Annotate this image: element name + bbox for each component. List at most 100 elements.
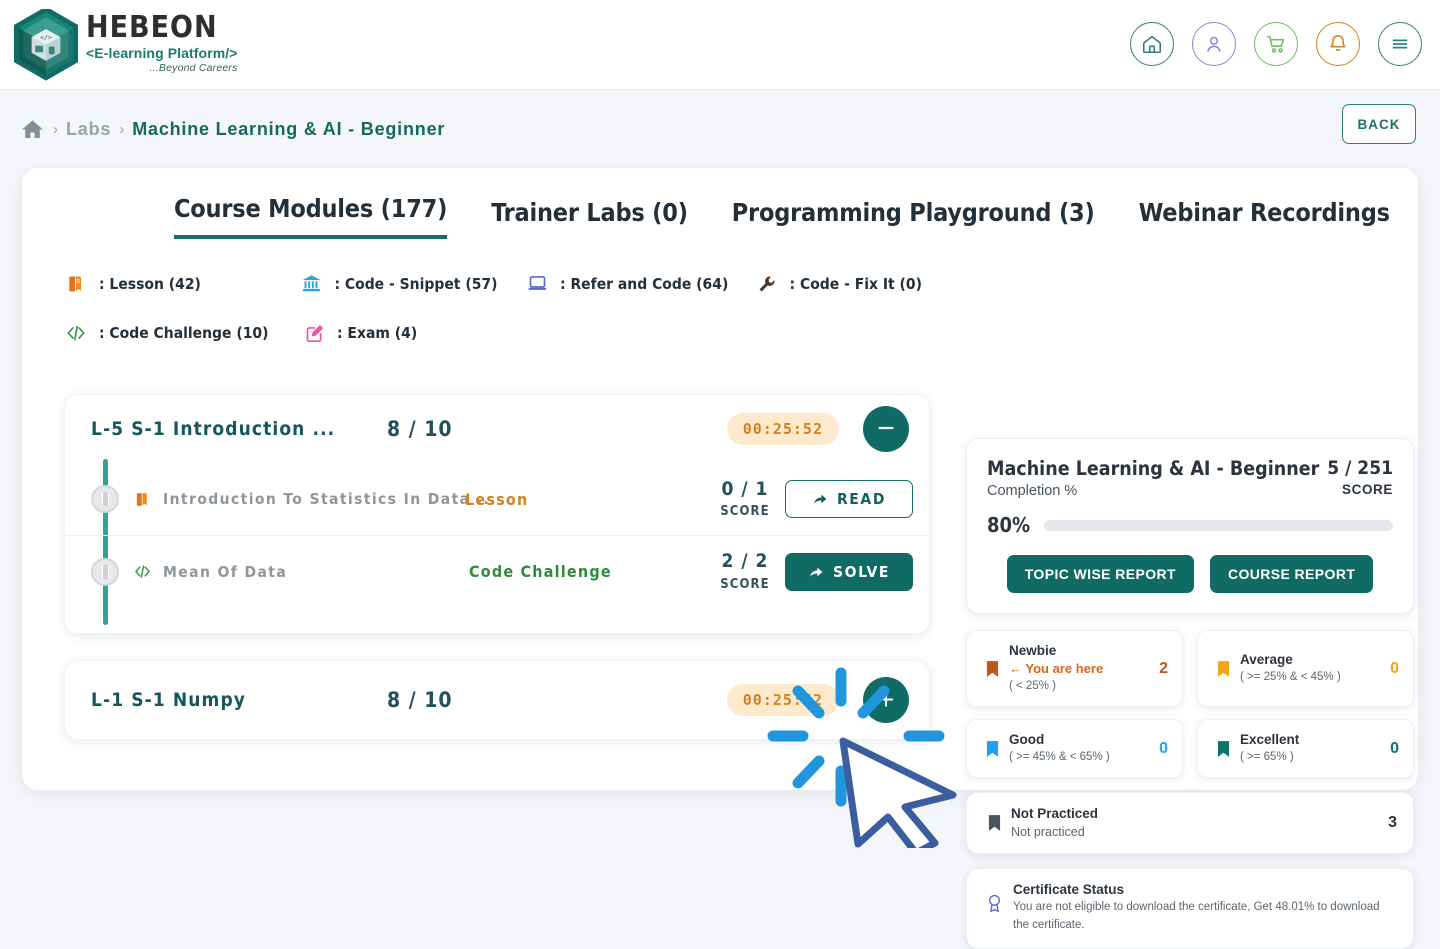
cart-icon xyxy=(1265,33,1287,55)
breadcrumb-item-labs[interactable]: Labs xyxy=(66,119,111,140)
medal-icon xyxy=(983,894,1005,914)
share-arrow-icon xyxy=(812,491,828,507)
lesson-row[interactable]: Mean Of Data Code Challenge 2 / 2 SCORE … xyxy=(65,535,929,607)
read-button[interactable]: READ xyxy=(785,480,913,518)
lesson-type-label: Lesson xyxy=(465,490,528,509)
badge-card-excellent[interactable]: Excellent ( >= 65% ) 0 xyxy=(1197,719,1414,778)
legend-item-refer-and-code: : Refer and Code (64) xyxy=(525,273,755,294)
bank-icon xyxy=(299,273,323,294)
content-type-legend: : Lesson (42) : Code - Snippet (57) xyxy=(22,239,922,344)
notification-bell-button[interactable] xyxy=(1316,22,1360,66)
exam-pencil-icon xyxy=(302,323,326,344)
certificate-title: Certificate Status xyxy=(1013,882,1397,897)
mouse-cursor-icon xyxy=(843,741,953,848)
summary-score-block: 5 / 251 SCORE xyxy=(1327,457,1393,497)
badge-card-average[interactable]: Average ( >= 25% & < 45% ) 0 xyxy=(1197,630,1414,707)
lesson-node-marker[interactable] xyxy=(91,485,119,513)
badge-range: ( >= 25% & < 45% ) xyxy=(1240,669,1382,686)
module-title: L-5 S-1 Introduction ... xyxy=(91,418,335,440)
module-header[interactable]: L-1 S-1 Numpy 8 / 10 00:25:52 + xyxy=(65,661,929,739)
module-collapse-button[interactable]: − xyxy=(863,406,909,452)
tab-bar: Course Modules (177) Trainer Labs (0) Pr… xyxy=(22,168,1418,239)
legend-label-exam: : Exam (4) xyxy=(337,324,417,342)
lesson-row[interactable]: Introduction To Statistics In Data ... L… xyxy=(65,463,929,535)
breadcrumb: › Labs › Machine Learning & AI - Beginne… xyxy=(20,117,445,142)
lesson-score-value: 2 / 2 xyxy=(722,550,769,572)
not-practiced-card[interactable]: Not Practiced Not practiced 3 xyxy=(966,792,1414,854)
summary-score-label: SCORE xyxy=(1327,482,1393,497)
badge-you-are-here: ← You are here xyxy=(1009,660,1151,678)
brand-tagline: ...Beyond Careers xyxy=(86,62,238,74)
breadcrumb-separator-2: › xyxy=(119,121,124,138)
brand-logo[interactable]: </> HEBEON <E-learning Platform/> ...Bey… xyxy=(10,9,238,81)
module-list: L-5 S-1 Introduction ... 8 / 10 00:25:52… xyxy=(64,394,930,740)
legend-item-lesson: : Lesson (42) xyxy=(64,273,299,294)
module-header[interactable]: L-5 S-1 Introduction ... 8 / 10 00:25:52… xyxy=(65,395,929,463)
back-button[interactable]: BACK xyxy=(1342,104,1416,144)
lesson-score: 0 / 1 SCORE xyxy=(713,479,777,520)
lesson-score-value: 0 / 1 xyxy=(722,478,769,500)
app-header: </> HEBEON <E-learning Platform/> ...Bey… xyxy=(0,0,1440,90)
legend-item-code-fix-it: : Code - Fix It (0) xyxy=(755,273,922,294)
bell-icon xyxy=(1327,33,1349,55)
not-practiced-title: Not Practiced xyxy=(1011,805,1380,823)
home-icon xyxy=(1141,33,1163,55)
not-practiced-body: Not Practiced Not practiced xyxy=(1011,805,1380,841)
bookmark-icon xyxy=(1212,660,1234,678)
badge-name: Average xyxy=(1240,651,1382,669)
cart-icon-button[interactable] xyxy=(1254,22,1298,66)
certificate-text: You are not eligible to download the cer… xyxy=(1013,899,1397,935)
user-icon-button[interactable] xyxy=(1192,22,1236,66)
share-arrow-icon xyxy=(808,564,824,580)
menu-icon xyxy=(1389,33,1411,55)
solve-button[interactable]: SOLVE xyxy=(785,553,913,591)
user-icon xyxy=(1203,33,1225,55)
badge-card-newbie[interactable]: Newbie ← You are here ( < 25% ) 2 xyxy=(966,630,1183,707)
breadcrumb-bar: › Labs › Machine Learning & AI - Beginne… xyxy=(0,90,1440,168)
svg-text:</>: </> xyxy=(40,33,52,41)
badge-name: Newbie xyxy=(1009,642,1151,660)
bookmark-icon xyxy=(983,814,1005,832)
header-icon-group xyxy=(1130,22,1422,66)
main-content-panel: Course Modules (177) Trainer Labs (0) Pr… xyxy=(22,168,1418,790)
badge-count: 2 xyxy=(1159,660,1168,678)
module-timer-badge: 00:25:52 xyxy=(727,413,839,445)
legend-item-code-challenge: : Code Challenge (10) xyxy=(64,322,302,344)
tab-webinar-recordings[interactable]: Webinar Recordings xyxy=(1139,198,1390,239)
bookmark-icon xyxy=(981,740,1003,758)
topic-wise-report-button[interactable]: TOPIC WISE REPORT xyxy=(1007,555,1194,593)
legend-label-code-challenge: : Code Challenge (10) xyxy=(99,324,269,342)
module-expand-button[interactable]: + xyxy=(863,677,909,723)
tab-trainer-labs[interactable]: Trainer Labs (0) xyxy=(491,198,688,239)
tab-programming-playground[interactable]: Programming Playground (3) xyxy=(732,198,1095,239)
summary-card: Machine Learning & AI - Beginner Complet… xyxy=(966,438,1414,614)
course-summary-sidebar: Machine Learning & AI - Beginner Complet… xyxy=(966,438,1414,949)
badge-body: Excellent ( >= 65% ) xyxy=(1240,731,1382,766)
not-practiced-count: 3 xyxy=(1388,814,1397,832)
summary-subtitle: Completion % xyxy=(987,483,1319,499)
certificate-body: Certificate Status You are not eligible … xyxy=(1013,882,1397,935)
summary-title: Machine Learning & AI - Beginner xyxy=(987,457,1319,480)
module-card: L-1 S-1 Numpy 8 / 10 00:25:52 + xyxy=(64,660,930,740)
legend-label-refer-and-code: : Refer and Code (64) xyxy=(560,275,728,293)
home-icon[interactable] xyxy=(20,117,45,142)
brand-wordmark: HEBEON <E-learning Platform/> ...Beyond … xyxy=(86,13,238,74)
code-tags-icon xyxy=(129,562,155,581)
menu-icon-button[interactable] xyxy=(1378,22,1422,66)
summary-header: Machine Learning & AI - Beginner Complet… xyxy=(987,457,1393,499)
book-icon xyxy=(129,491,155,508)
legend-item-exam: : Exam (4) xyxy=(302,322,417,344)
lesson-score: 2 / 2 SCORE xyxy=(713,551,777,592)
module-score: 8 / 10 xyxy=(387,688,452,712)
badge-count: 0 xyxy=(1159,740,1168,758)
lesson-node-marker[interactable] xyxy=(91,558,119,586)
badge-body: Average ( >= 25% & < 45% ) xyxy=(1240,651,1382,686)
module-body: Introduction To Statistics In Data ... L… xyxy=(65,463,929,633)
breadcrumb-item-current: Machine Learning & AI - Beginner xyxy=(132,119,445,140)
completion-progress: 80% xyxy=(987,513,1393,537)
home-icon-button[interactable] xyxy=(1130,22,1174,66)
tab-course-modules[interactable]: Course Modules (177) xyxy=(174,194,447,239)
brand-name: HEBEON xyxy=(86,13,238,43)
course-report-button[interactable]: COURSE REPORT xyxy=(1210,555,1373,593)
badge-card-good[interactable]: Good ( >= 45% & < 65% ) 0 xyxy=(966,719,1183,778)
